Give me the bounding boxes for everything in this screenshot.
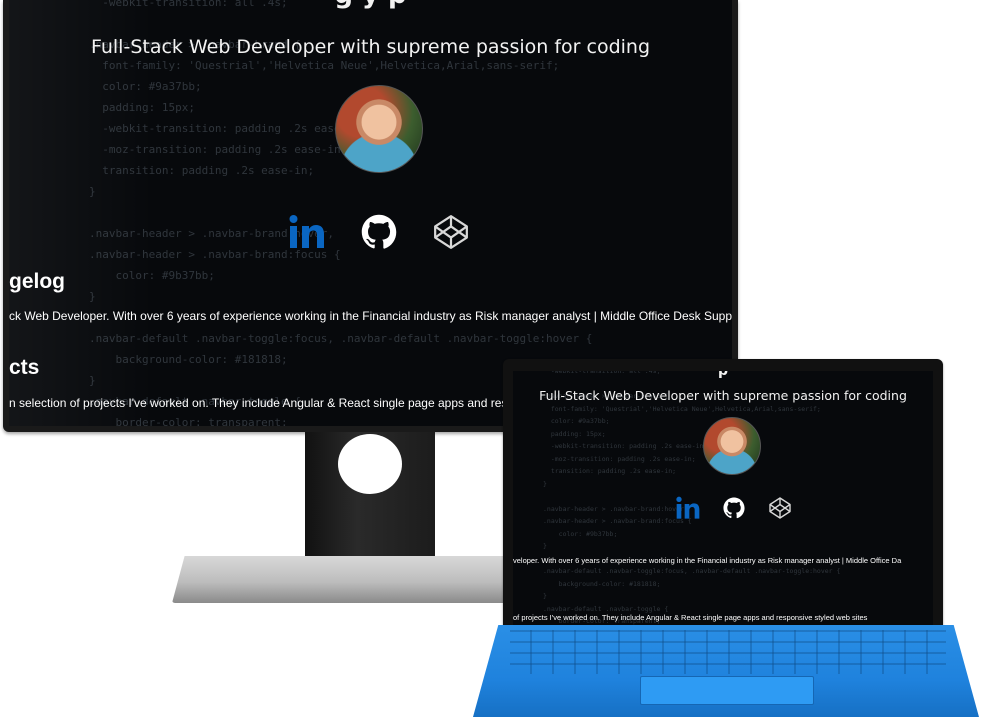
code-line: } [543, 479, 547, 488]
code-line: font-family: 'Questrial','Helvetica Neue… [543, 404, 821, 413]
social-links [675, 495, 793, 521]
github-icon [723, 497, 745, 519]
codepen-link[interactable] [767, 495, 793, 521]
section-heading-changelog: gelog [9, 270, 65, 293]
projects-text: of projects I've worked on. They include… [513, 613, 868, 622]
codepen-icon [769, 497, 791, 519]
linkedin-icon [676, 496, 700, 519]
section-heading-projects: cts [9, 356, 40, 379]
code-line: color: #9b37bb; [543, 529, 618, 538]
tablet-device: -webkit-transition: all .4s; .navbar-hea… [503, 359, 943, 631]
keyboard-trackpad [640, 676, 814, 705]
changelog-text: veloper. With over 6 years of experience… [513, 556, 902, 565]
code-line: } [89, 185, 96, 198]
monitor-stand-cutout [338, 434, 402, 494]
code-line: } [543, 542, 547, 550]
linkedin-link[interactable] [287, 212, 327, 252]
code-line: } [543, 592, 547, 600]
code-line: font-family: 'Questrial','Helvetica Neue… [89, 59, 560, 72]
changelog-text: ck Web Developer. With over 6 years of e… [9, 309, 732, 323]
github-link[interactable] [721, 495, 747, 521]
github-icon [361, 214, 397, 249]
codepen-icon [434, 215, 468, 249]
codepen-link[interactable] [431, 212, 471, 252]
linkedin-icon [289, 215, 324, 248]
code-line: transition: padding .2s ease-in; [89, 164, 315, 177]
code-line: .navbar-default .navbar-toggle:focus, .n… [89, 332, 593, 345]
profile-avatar [703, 417, 761, 475]
code-line: color: #9b37bb; [89, 269, 215, 282]
code-line: background-color: #181818; [543, 579, 661, 588]
page-subtitle: Full-Stack Web Developer with supreme pa… [539, 388, 907, 403]
tablet-screen: -webkit-transition: all .4s; .navbar-hea… [513, 371, 933, 625]
code-line: color: #9a37bb; [89, 80, 202, 93]
github-link[interactable] [359, 212, 399, 252]
profile-avatar [335, 85, 423, 173]
code-line: .navbar-default .navbar-toggle:focus, .n… [543, 567, 841, 575]
page-title-partial: p [717, 371, 729, 379]
social-links [287, 212, 471, 252]
page-subtitle: Full-Stack Web Developer with supreme pa… [90, 36, 651, 58]
linkedin-link[interactable] [675, 495, 701, 521]
code-line: } [89, 290, 96, 303]
keyboard-keys [510, 630, 946, 674]
page-title-partial: g y p [9, 0, 732, 10]
